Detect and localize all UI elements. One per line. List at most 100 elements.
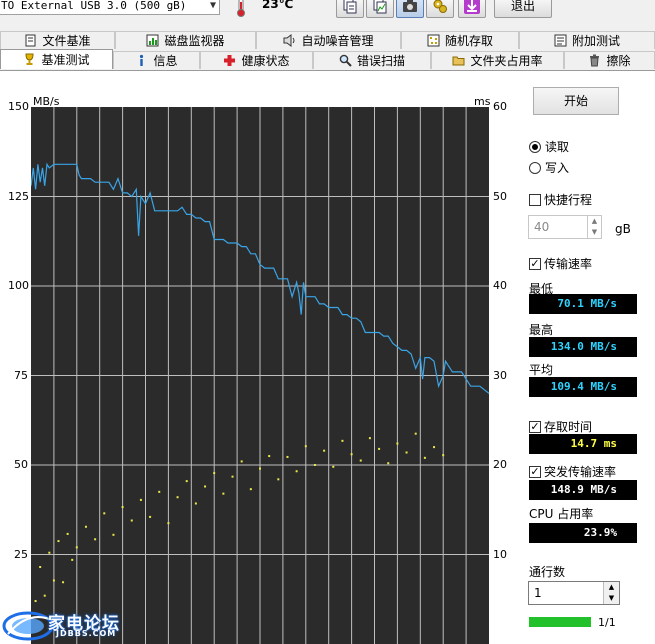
tab-label: 健康状态	[241, 54, 290, 68]
short-stroke-label: 快捷行程	[544, 193, 593, 207]
extra-tests-icon	[554, 34, 567, 47]
access-time-point	[185, 480, 188, 483]
left-tick-label: 125	[8, 189, 29, 203]
max-label: 最高	[529, 323, 554, 337]
burst-rate-checkbox[interactable]: ✓ 突发传输速率	[529, 463, 616, 480]
access-time-point	[57, 540, 60, 543]
access-time-point	[304, 445, 307, 448]
burst-rate-label: 突发传输速率	[544, 465, 617, 479]
copy-info-button[interactable]	[336, 0, 364, 18]
copy-info-icon	[343, 0, 357, 14]
tab-health[interactable]: 健康状态	[200, 51, 313, 69]
access-time-point	[350, 453, 353, 456]
right-tick-label: 10	[493, 547, 507, 561]
screenshot-button[interactable]	[396, 0, 424, 18]
tab-disk-monitor[interactable]: 磁盘监视器	[115, 31, 256, 49]
access-time-point	[66, 532, 69, 535]
access-time-point	[259, 467, 261, 470]
min-value: 70.1 MB/s	[529, 294, 637, 314]
burst-rate-value: 148.9 MB/s	[529, 480, 637, 500]
passes-label: 通行数	[529, 565, 566, 579]
access-time-point	[414, 432, 417, 435]
right-tick-label: 20	[493, 458, 507, 471]
tab-aam[interactable]: 自动噪音管理	[256, 31, 401, 49]
access-time-point	[396, 442, 399, 445]
checkmark-icon: ✓	[529, 419, 541, 433]
short-stroke-input[interactable]: 40 ▲ ▼	[528, 215, 602, 239]
access-time-point	[194, 502, 197, 505]
access-time-point	[222, 492, 225, 495]
access-time-point	[249, 488, 252, 491]
cpu-value: 23.9%	[529, 523, 637, 543]
access-time-point	[167, 522, 170, 525]
tab-folder-usage[interactable]: 文件夹占用率	[431, 51, 564, 69]
right-tick-label: 50	[493, 189, 507, 203]
access-time-point	[158, 490, 161, 493]
access-time-point	[387, 462, 390, 465]
avg-value: 109.4 MB/s	[529, 377, 637, 397]
tab-file-benchmark[interactable]: 文件基准	[0, 31, 115, 49]
checkmark-icon: ✓	[529, 464, 541, 478]
drive-select[interactable]: TO External USB 3.0 (500 gB) ▼	[0, 0, 220, 15]
spin-up-icon[interactable]: ▲	[603, 582, 619, 593]
access-time-point	[277, 478, 280, 481]
left-tick-label: 50	[14, 458, 28, 471]
camera-icon	[403, 0, 417, 12]
access-time-point	[75, 546, 78, 549]
transfer-rate-checkbox[interactable]: ✓ 传输速率	[529, 255, 592, 272]
passes-input[interactable]: 1 ▲ ▼	[528, 581, 620, 605]
access-time-point	[62, 581, 65, 584]
disk-monitor-icon	[146, 34, 159, 47]
top-toolbar: TO External USB 3.0 (500 gB) ▼ 23℃ 退出	[0, 0, 655, 20]
avg-label: 平均	[529, 363, 554, 377]
tab-label: 基准测试	[41, 53, 90, 67]
tab-label: 随机存取	[444, 34, 493, 48]
thermometer-icon	[237, 0, 245, 17]
copy-chart-icon	[373, 0, 387, 14]
spin-down-icon[interactable]: ▼	[587, 227, 601, 238]
max-value: 134.0 MB/s	[529, 337, 637, 357]
tab-label: 擦除	[606, 54, 631, 68]
tab-erase[interactable]: 擦除	[564, 51, 655, 69]
spin-up-icon[interactable]: ▲	[587, 216, 601, 227]
start-button[interactable]: 开始	[533, 87, 619, 115]
trash-icon	[590, 54, 600, 67]
access-time-point	[176, 496, 179, 499]
tab-label: 文件基准	[42, 34, 91, 48]
speaker-icon	[283, 34, 295, 47]
tab-random-access[interactable]: 随机存取	[401, 31, 519, 49]
options-button[interactable]	[426, 0, 454, 18]
access-time-value: 14.7 ms	[529, 434, 637, 454]
access-time-point	[121, 506, 124, 509]
watermark-subtext: JDBBS.COM	[56, 629, 117, 638]
spin-down-icon[interactable]: ▼	[603, 593, 619, 604]
file-benchmark-icon	[25, 34, 36, 47]
tab-extra-tests[interactable]: 附加测试	[519, 31, 655, 49]
access-time-checkbox[interactable]: ✓ 存取时间	[529, 418, 592, 435]
exit-button[interactable]: 退出	[494, 0, 552, 18]
access-time-point	[240, 460, 243, 463]
access-time-point	[286, 455, 289, 458]
left-tick-label: 150	[8, 100, 29, 113]
access-time-point	[323, 449, 326, 452]
tab-benchmark[interactable]: 基准测试	[0, 49, 113, 69]
save-download-button[interactable]	[458, 0, 486, 18]
access-time-point	[39, 566, 42, 569]
chevron-down-icon: ▼	[209, 0, 216, 11]
read-radio[interactable]: 读取	[529, 138, 569, 155]
short-stroke-unit: gB	[615, 222, 631, 236]
info-icon	[140, 54, 144, 66]
access-time-point	[48, 551, 51, 554]
access-time-point	[368, 437, 371, 440]
right-tick-label: 40	[493, 279, 507, 292]
short-stroke-checkbox[interactable]: 快捷行程	[529, 191, 592, 208]
copy-chart-button[interactable]	[366, 0, 394, 18]
checkbox-unchecked-icon	[529, 193, 541, 206]
health-cross-icon	[224, 55, 236, 66]
tab-info[interactable]: 信息	[113, 51, 200, 69]
chart-plot-area	[31, 107, 489, 644]
drive-name: TO External USB 3.0 (500 gB)	[1, 0, 187, 12]
access-time-point	[231, 475, 234, 478]
tab-error-scan[interactable]: 错误扫描	[313, 51, 431, 69]
write-radio[interactable]: 写入	[529, 159, 569, 176]
